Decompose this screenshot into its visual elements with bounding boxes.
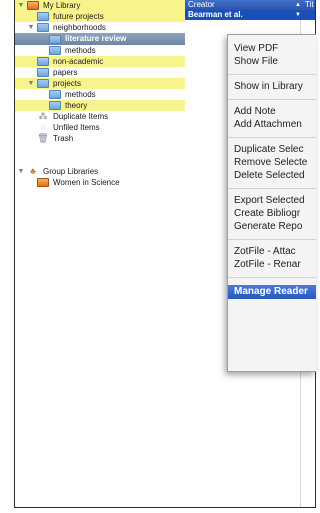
menu-item-export-selected[interactable]: Export Selected bbox=[234, 194, 305, 207]
menu-item-remove-selected[interactable]: Remove Selecte bbox=[234, 156, 307, 169]
menu-separator bbox=[228, 74, 316, 75]
tree-item-label: future projects bbox=[53, 12, 104, 21]
tree-item-theory[interactable]: theory bbox=[15, 100, 185, 111]
tree-item-group-libraries[interactable]: ▼ ♣ Group Libraries bbox=[15, 166, 185, 177]
table-row[interactable]: Bearman et al. ▼ bbox=[185, 10, 315, 20]
menu-separator bbox=[228, 188, 316, 189]
menu-item-add-attachment[interactable]: Add Attachmen bbox=[234, 118, 302, 131]
column-title[interactable]: Tit bbox=[305, 0, 314, 10]
menu-item-add-note[interactable]: Add Note bbox=[234, 105, 276, 118]
group-libraries-icon: ♣ bbox=[30, 166, 36, 176]
tree-item-unfiled-items[interactable]: ◌ Unfiled Items bbox=[15, 122, 185, 133]
tree-item-label: non-academic bbox=[53, 57, 104, 66]
tree-item-methods[interactable]: methods bbox=[15, 45, 185, 56]
unfiled-items-icon: ◌ bbox=[40, 122, 46, 132]
folder-icon bbox=[37, 12, 49, 21]
disclosure-expanded-icon[interactable]: ▼ bbox=[27, 78, 35, 89]
tree-item-label: My Library bbox=[43, 1, 81, 10]
tree-item-non-academic[interactable]: non-academic bbox=[15, 56, 185, 67]
tree-item-my-library[interactable]: ▼ My Library bbox=[15, 0, 185, 11]
menu-item-create-bibliography[interactable]: Create Bibliogr bbox=[234, 207, 300, 220]
tree-item-label: theory bbox=[65, 101, 88, 110]
menu-item-zotfile-rename[interactable]: ZotFile - Renar bbox=[234, 258, 301, 271]
tree-item-label: literature review bbox=[65, 34, 127, 43]
tree-item-neighborhoods[interactable]: ▼ neighborhoods bbox=[15, 22, 185, 33]
folder-icon bbox=[37, 79, 49, 88]
tree-item-label: neighborhoods bbox=[53, 23, 106, 32]
folder-icon bbox=[49, 101, 61, 110]
sort-ascending-icon: ▲ bbox=[295, 2, 301, 8]
tree-item-women-in-science[interactable]: Women in Science bbox=[15, 177, 185, 188]
tree-item-label: methods bbox=[65, 46, 96, 55]
tree-item-label: papers bbox=[53, 68, 78, 77]
menu-item-manage-reader[interactable]: Manage Reader bbox=[228, 285, 316, 299]
tree-item-duplicate-items[interactable]: ⁂ Duplicate Items bbox=[15, 111, 185, 122]
cell-creator: Bearman et al. bbox=[188, 10, 243, 19]
tree-item-methods[interactable]: methods bbox=[15, 89, 185, 100]
trash-icon: 🗑 bbox=[37, 133, 49, 143]
disclosure-expanded-icon[interactable]: ▼ bbox=[17, 0, 25, 11]
tree-item-label: methods bbox=[65, 90, 96, 99]
tree-item-future-projects[interactable]: future projects bbox=[15, 11, 185, 22]
menu-item-view-pdf[interactable]: View PDF bbox=[234, 42, 278, 55]
tree-item-label: Women in Science bbox=[53, 178, 120, 187]
folder-icon bbox=[49, 35, 61, 44]
group-library-icon bbox=[37, 178, 49, 187]
menu-item-zotfile-attach[interactable]: ZotFile - Attac bbox=[234, 245, 296, 258]
tree-item-label: Duplicate Items bbox=[53, 112, 109, 121]
column-creator[interactable]: Creator bbox=[188, 0, 215, 10]
disclosure-expanded-icon[interactable]: ▼ bbox=[17, 166, 25, 177]
library-icon bbox=[27, 1, 39, 10]
tree-item-trash[interactable]: 🗑 Trash bbox=[15, 133, 185, 144]
tree-item-label: Group Libraries bbox=[43, 167, 99, 176]
collections-pane: ▼ My Library future projects ▼ neighborh… bbox=[15, 0, 186, 507]
tree-item-papers[interactable]: papers bbox=[15, 67, 185, 78]
tree-item-label: Trash bbox=[53, 134, 74, 143]
menu-item-delete-selected[interactable]: Delete Selected bbox=[234, 169, 305, 182]
menu-item-show-in-library[interactable]: Show in Library bbox=[234, 80, 303, 93]
menu-separator bbox=[228, 137, 316, 138]
folder-icon bbox=[37, 23, 49, 32]
folder-icon bbox=[49, 46, 61, 55]
tree-item-label: projects bbox=[53, 79, 82, 88]
tree-item-projects[interactable]: ▼ projects bbox=[15, 78, 185, 89]
disclosure-expanded-icon[interactable]: ▼ bbox=[27, 22, 35, 33]
menu-separator bbox=[228, 239, 316, 240]
menu-item-generate-report[interactable]: Generate Repo bbox=[234, 220, 302, 233]
duplicate-items-icon: ⁂ bbox=[38, 111, 48, 121]
row-expand-icon[interactable]: ▼ bbox=[295, 10, 301, 20]
context-menu: View PDF Show File Show in Library Add N… bbox=[227, 34, 316, 372]
tree-item-literature-review[interactable]: literature review bbox=[15, 33, 185, 45]
tree-item-label: Unfiled Items bbox=[53, 123, 100, 132]
folder-icon bbox=[37, 68, 49, 77]
column-header: Creator ▲ Tit bbox=[185, 0, 315, 10]
menu-item-duplicate-selected[interactable]: Duplicate Selec bbox=[234, 143, 303, 156]
menu-separator bbox=[228, 277, 316, 278]
menu-separator bbox=[228, 99, 316, 100]
menu-item-show-file[interactable]: Show File bbox=[234, 55, 278, 68]
folder-icon bbox=[49, 90, 61, 99]
folder-icon bbox=[37, 57, 49, 66]
